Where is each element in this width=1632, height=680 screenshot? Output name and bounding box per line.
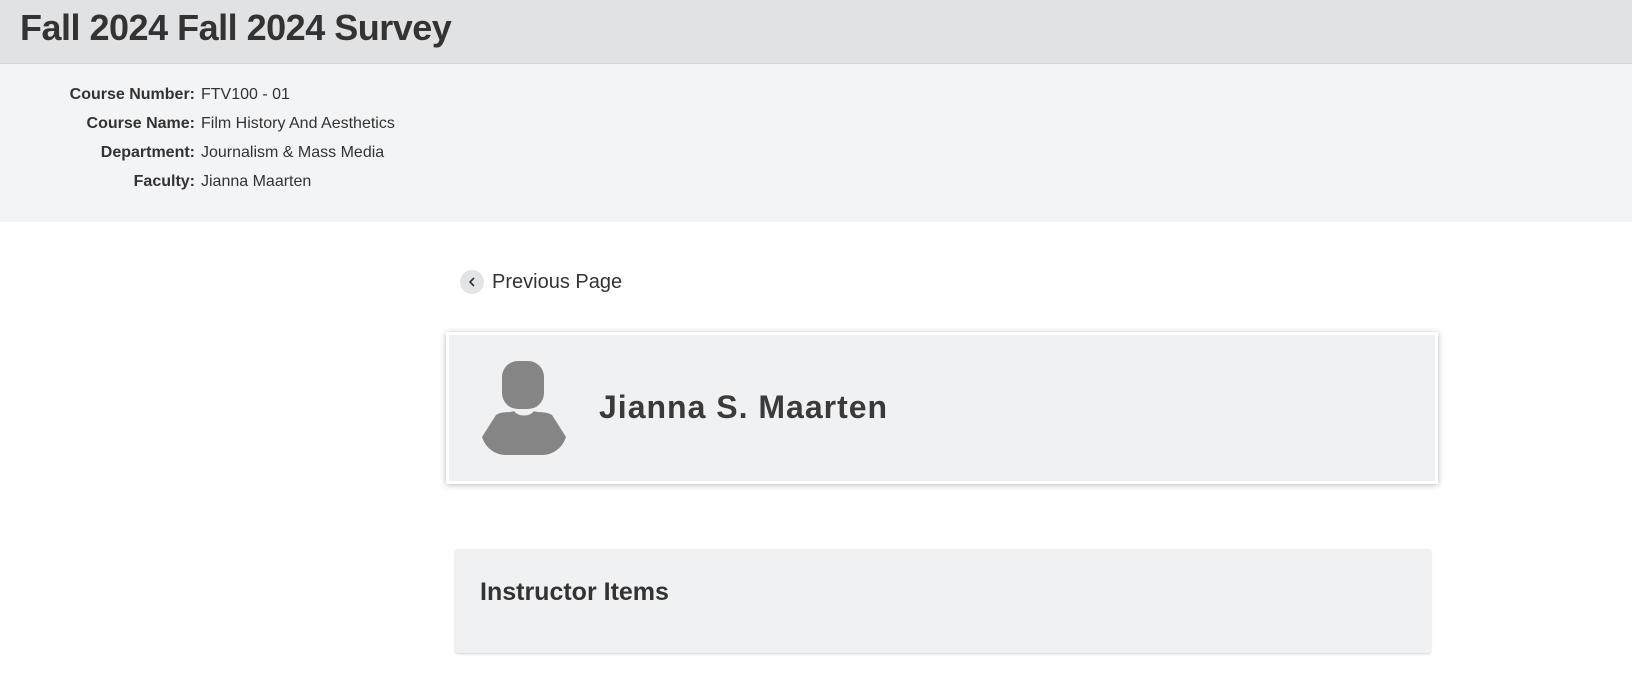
instructor-name: Jianna S. Maarten [599,389,889,425]
course-info-panel: Course Number: FTV100 - 01 Course Name: … [0,64,1632,222]
course-name-label: Course Name: [86,115,195,132]
faculty-value: Jianna Maarten [201,173,312,190]
page-header: Fall 2024 Fall 2024 Survey [0,0,1632,64]
chevron-left-icon[interactable] [460,270,484,294]
section-title: Instructor Items [480,578,669,606]
user-silhouette-icon [482,361,566,455]
course-number-label: Course Number: [69,86,195,103]
department-label: Department: [100,144,195,161]
instructor-items-section: Instructor Items [455,549,1431,653]
previous-page-link[interactable]: Previous Page [460,269,622,295]
department-value: Journalism & Mass Media [201,144,385,161]
course-number-value: FTV100 - 01 [201,86,290,103]
previous-page-label[interactable]: Previous Page [492,271,622,294]
faculty-label: Faculty: [133,173,195,190]
course-name-value: Film History And Aesthetics [201,115,395,132]
instructor-profile-card: Jianna S. Maarten [446,332,1438,484]
page-title: Fall 2024 Fall 2024 Survey [20,7,452,48]
